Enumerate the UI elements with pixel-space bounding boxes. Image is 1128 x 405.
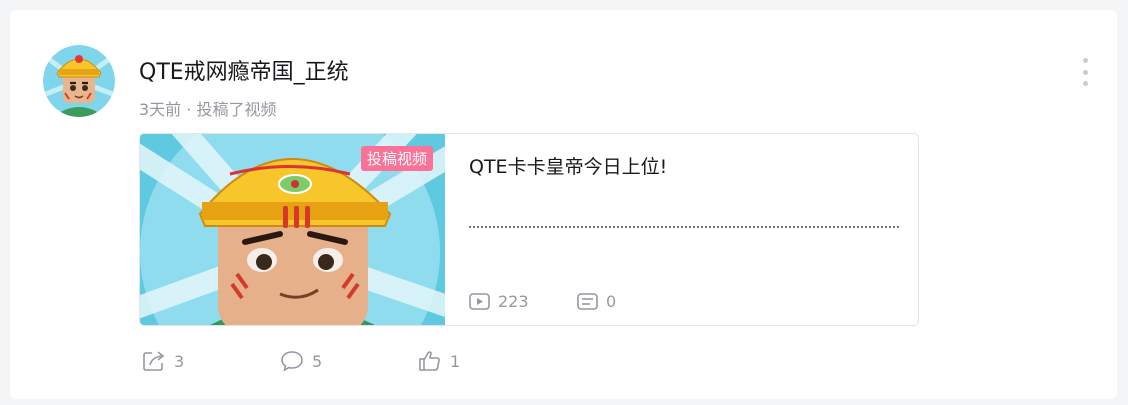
danmaku-icon [577,293,598,310]
like-button[interactable]: 1 [418,350,460,372]
video-card[interactable]: 投稿视频 QTE卡卡皇帝今日上位! ......................… [139,133,919,326]
video-title[interactable]: QTE卡卡皇帝今日上位! [469,152,667,179]
danmaku-count-stat: 0 [577,292,616,311]
play-count: 223 [498,292,529,311]
avatar[interactable] [43,45,115,117]
danmaku-count: 0 [606,292,617,311]
video-thumbnail[interactable]: 投稿视频 [140,134,445,325]
more-dot-icon [1082,58,1088,63]
like-count: 1 [450,351,461,371]
comment-count: 5 [312,351,323,371]
more-dot-icon [1082,81,1088,86]
thumbs-up-icon [419,351,440,371]
share-icon [143,351,165,371]
video-description: ........................................… [469,208,899,228]
dynamic-card: QTE戒网瘾帝国_正统 3天前 · 投稿了视频 投稿视频 QTE卡卡皇帝今日上位… [10,10,1117,399]
emperor-avatar-icon [43,45,115,117]
share-count: 3 [174,351,185,371]
share-button[interactable]: 3 [142,350,184,372]
author-name[interactable]: QTE戒网瘾帝国_正统 [139,54,349,86]
more-dot-icon [1082,69,1088,75]
play-count-stat: 223 [469,292,529,311]
comment-button[interactable]: 5 [280,350,322,372]
comment-icon [281,351,303,372]
play-icon [469,293,490,310]
post-meta: 3天前 · 投稿了视频 [139,100,277,119]
video-type-badge: 投稿视频 [360,146,433,171]
more-options-button[interactable] [1079,58,1091,86]
